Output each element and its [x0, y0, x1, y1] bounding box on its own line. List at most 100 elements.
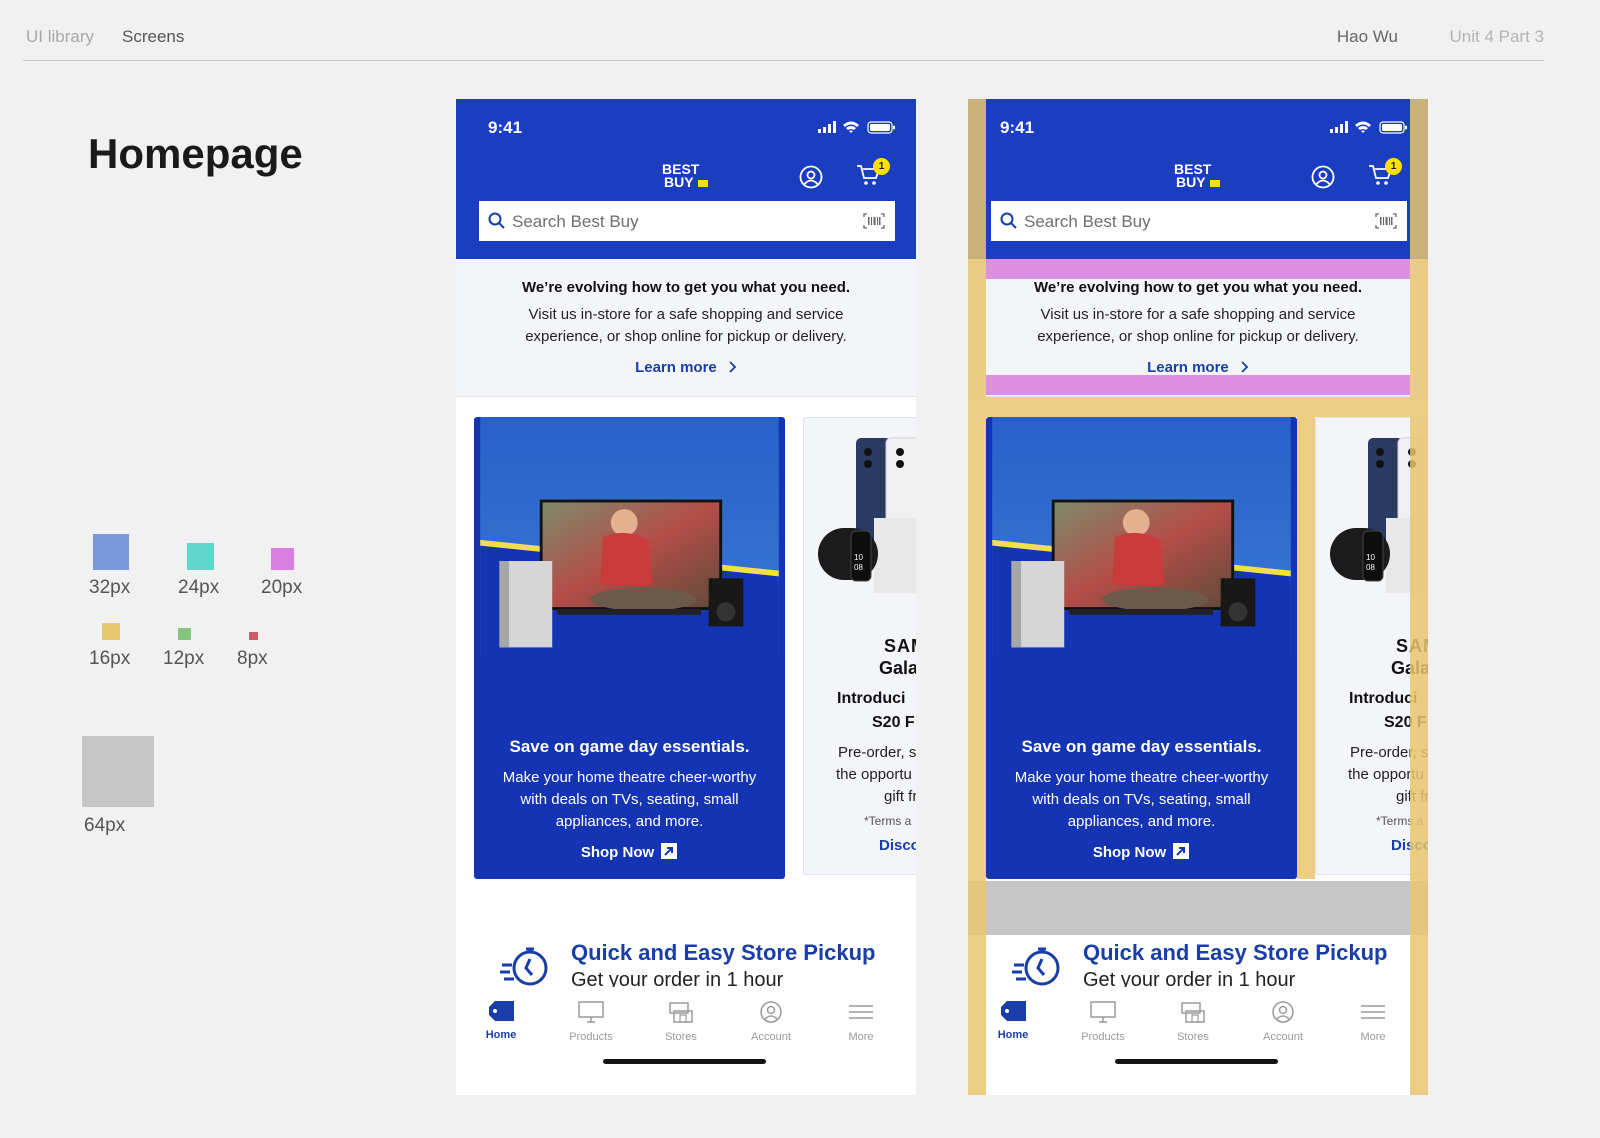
legend-swatch-24	[187, 543, 214, 570]
status-time: 9:41	[1000, 118, 1035, 137]
card2-gift: gift fr	[1396, 788, 1428, 805]
store-pickup-banner[interactable]: Quick and Easy Store Pickup Get your ord…	[968, 935, 1428, 987]
card2-discover-link[interactable]: Disco	[879, 837, 916, 854]
promo-card-samsung[interactable]: 10 08 SAM Gala Introduci S20 F Pre-order…	[1315, 417, 1428, 875]
pickup-heading: Quick and Easy Store Pickup	[571, 940, 876, 965]
notice-banner: We’re evolving how to get you what you n…	[968, 259, 1428, 397]
tab-account-label: Account	[751, 1031, 791, 1043]
samsung-phone-watch-image: 10 08	[818, 437, 916, 593]
external-link-icon	[1173, 843, 1190, 859]
search-placeholder: Search Best Buy	[512, 212, 639, 231]
cart-count-badge: 1	[873, 158, 890, 175]
svg-text:10: 10	[854, 553, 863, 562]
status-icons	[818, 120, 896, 139]
menu-icon	[849, 1005, 873, 1019]
search-icon	[488, 212, 505, 229]
account-icon[interactable]	[799, 165, 823, 189]
home-indicator	[1115, 1059, 1278, 1064]
notice-heading: We’re evolving how to get you what you n…	[1033, 279, 1363, 296]
user-name: Hao Wu	[1336, 27, 1398, 46]
shop-now-link[interactable]: Shop Now	[474, 842, 785, 861]
legend-label-32: 32px	[89, 577, 131, 598]
notice-heading: We’re evolving how to get you what you n…	[521, 279, 851, 296]
tab-home[interactable]: Home	[461, 1001, 541, 1041]
best-buy-logo[interactable]: BEST BUY	[1174, 161, 1224, 197]
store-pickup-banner[interactable]: Quick and Easy Store Pickup Get your ord…	[456, 935, 916, 987]
notice-body: Visit us in-store for a safe shopping an…	[525, 306, 847, 345]
tab-more-label: More	[1360, 1031, 1386, 1043]
tag-icon	[1001, 1001, 1026, 1021]
tab-home[interactable]: Home	[973, 1001, 1053, 1041]
search-input[interactable]: Search Best Buy	[991, 201, 1407, 241]
samsung-phone-watch-image: 10 08	[1330, 437, 1428, 593]
monitor-icon	[578, 1001, 604, 1023]
card2-opportunity: the opportu	[1348, 766, 1424, 783]
tab-stores-label: Stores	[665, 1031, 697, 1043]
tab-account-label: Account	[1263, 1031, 1303, 1043]
external-link-icon	[661, 843, 678, 859]
tab-stores-label: Stores	[1177, 1031, 1209, 1043]
card2-intro: Introduci	[837, 690, 906, 707]
bottom-tab-bar: Home Products Stores Account More	[456, 987, 916, 1095]
tab-stores[interactable]: Stores	[641, 1001, 721, 1043]
pickup-subtext: Get your order in 1 hour	[1083, 969, 1296, 987]
tag-icon	[489, 1001, 514, 1021]
legend-swatch-12	[178, 628, 191, 640]
barcode-scan-icon[interactable]	[863, 213, 885, 229]
chevron-right-icon	[1241, 361, 1249, 373]
tab-account[interactable]: Account	[731, 1001, 811, 1043]
search-icon	[1000, 212, 1017, 229]
shop-now-label: Shop Now	[1092, 844, 1167, 861]
tab-products-label: Products	[1081, 1031, 1125, 1043]
account-icon	[760, 1001, 782, 1023]
signal-wifi-battery-icon	[1330, 121, 1407, 134]
logo-buy-text: BUY	[1176, 174, 1206, 190]
card2-brand: SAM	[1396, 636, 1428, 656]
promo-card-samsung[interactable]: 10 08 SAM Gala Introduci S20 F Pre-order…	[803, 417, 916, 875]
tab-home-label: Home	[485, 1029, 517, 1041]
status-time: 9:41	[488, 118, 523, 137]
chevron-right-icon	[729, 361, 737, 373]
tab-more[interactable]: More	[821, 1001, 901, 1043]
promo-body: Make your home theatre cheer-worthy with…	[1014, 769, 1269, 830]
promo-card-game-day[interactable]: Save on game day essentials. Make your h…	[986, 417, 1297, 879]
learn-more-link[interactable]: Learn more	[456, 359, 916, 376]
card2-brand: SAM	[884, 636, 916, 656]
account-icon[interactable]	[1311, 165, 1335, 189]
card2-terms: *Terms a	[1376, 814, 1424, 828]
card2-preorder: Pre-order, s	[838, 744, 916, 761]
tab-ui-library[interactable]: UI library	[26, 27, 94, 47]
card2-preorder: Pre-order, s	[1350, 744, 1428, 761]
notice-banner: We’re evolving how to get you what you n…	[456, 259, 916, 397]
tab-account[interactable]: Account	[1243, 1001, 1323, 1043]
tab-more-label: More	[848, 1031, 874, 1043]
promo-heading: Save on game day essentials.	[509, 737, 750, 756]
app-header: 9:41 BEST BUY 1 Search Best Buy	[456, 99, 916, 259]
phone-screen-homepage-spacing: 9:41 BEST BUY 1 Search Best Buy We’re ev…	[968, 99, 1428, 1095]
tab-more[interactable]: More	[1333, 1001, 1413, 1043]
card2-model: S20 F	[872, 714, 915, 731]
card2-discover-link[interactable]: Disco	[1391, 837, 1428, 854]
project-unit-label: Unit 4 Part 3	[1449, 27, 1545, 46]
tab-products[interactable]: Products	[1063, 1001, 1143, 1043]
legend-label-24: 24px	[178, 577, 220, 598]
best-buy-logo[interactable]: BEST BUY	[662, 161, 712, 197]
learn-more-label: Learn more	[635, 359, 717, 376]
status-icons	[1330, 120, 1408, 139]
shop-now-link[interactable]: Shop Now	[986, 842, 1297, 861]
tab-stores[interactable]: Stores	[1153, 1001, 1233, 1043]
barcode-scan-icon[interactable]	[1375, 213, 1397, 229]
search-placeholder: Search Best Buy	[1024, 212, 1151, 231]
bottom-tab-bar: Home Products Stores Account More	[968, 987, 1428, 1095]
learn-more-link[interactable]: Learn more	[968, 359, 1428, 376]
home-indicator	[603, 1059, 766, 1064]
legend-swatch-32	[93, 534, 129, 570]
tab-products[interactable]: Products	[551, 1001, 631, 1043]
app-header: 9:41 BEST BUY 1 Search Best Buy	[968, 99, 1428, 259]
stopwatch-icon	[1012, 947, 1060, 986]
notice-body: Visit us in-store for a safe shopping an…	[1037, 306, 1359, 345]
promo-card-game-day[interactable]: Save on game day essentials. Make your h…	[474, 417, 785, 879]
svg-text:08: 08	[1366, 563, 1375, 572]
search-input[interactable]: Search Best Buy	[479, 201, 895, 241]
tab-screens[interactable]: Screens	[122, 27, 184, 47]
